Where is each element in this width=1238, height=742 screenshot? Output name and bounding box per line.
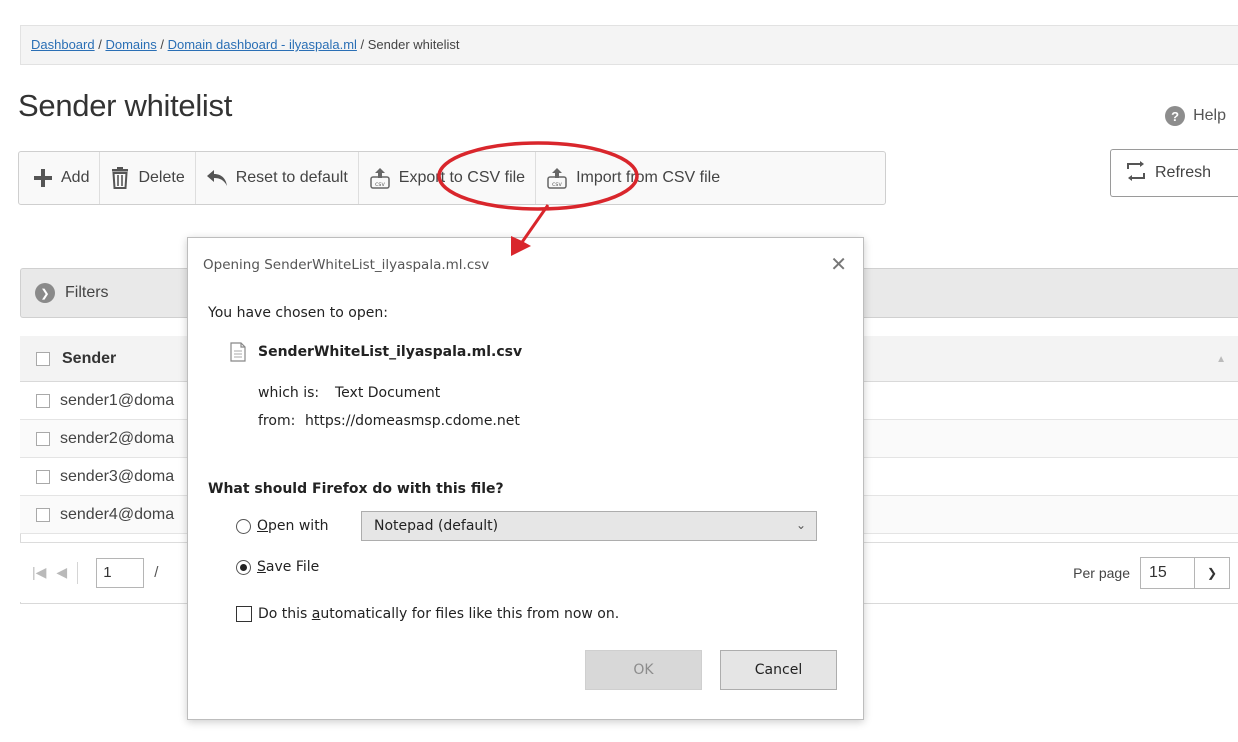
file-source-label: from: <box>258 413 296 429</box>
csv-export-icon: csv <box>369 167 391 189</box>
add-label: Add <box>61 169 90 186</box>
csv-import-icon: csv <box>546 167 568 189</box>
delete-label: Delete <box>138 169 185 186</box>
breadcrumb-separator: / <box>156 37 168 52</box>
help-label: Help <box>1193 107 1226 124</box>
import-csv-button[interactable]: csv Import from CSV file <box>536 152 730 204</box>
filters-label: Filters <box>65 284 109 301</box>
file-type-value: Text Document <box>335 385 441 401</box>
page-separator: / <box>154 564 159 581</box>
toolbar: Add Delete Reset to default csv Export t… <box>18 151 886 205</box>
reset-to-default-button[interactable]: Reset to default <box>196 152 359 204</box>
row-sender: sender2@doma <box>60 429 175 447</box>
row-sender: sender4@doma <box>60 505 175 523</box>
breadcrumb: Dashboard / Domains / Domain dashboard -… <box>20 25 1238 65</box>
sort-up-icon[interactable]: ▲ <box>1216 354 1226 365</box>
chevron-down-icon: ❯ <box>1194 558 1229 588</box>
page-number-input[interactable]: 1 <box>96 557 145 588</box>
per-page-control: Per page 15 ❯ <box>1073 557 1230 589</box>
row-checkbox[interactable] <box>36 469 50 484</box>
row-checkbox[interactable] <box>36 507 50 522</box>
export-label: Export to CSV file <box>398 169 526 186</box>
save-file-option[interactable]: Save File <box>236 559 319 575</box>
plus-icon <box>33 168 53 188</box>
reset-label: Reset to default <box>235 169 348 186</box>
save-file-label: Save File <box>257 559 320 575</box>
per-page-select[interactable]: 15 ❯ <box>1140 557 1230 589</box>
page-title: Sender whitelist <box>18 88 233 123</box>
add-button[interactable]: Add <box>23 152 101 204</box>
dialog-question: What should Firefox do with this file? <box>208 481 504 497</box>
chevron-right-icon: ❯ <box>35 283 55 303</box>
row-checkbox[interactable] <box>36 431 50 446</box>
open-with-radio[interactable] <box>236 518 251 534</box>
auto-option[interactable]: Do this automatically for files like thi… <box>236 606 619 622</box>
dialog-title: Opening SenderWhiteList_ilyaspala.ml.csv <box>203 257 490 273</box>
svg-text:csv: csv <box>375 181 385 188</box>
refresh-label: Refresh <box>1155 164 1212 181</box>
breadcrumb-link-dashboard[interactable]: Dashboard <box>31 37 95 52</box>
trash-icon <box>110 167 130 189</box>
import-label: Import from CSV file <box>576 169 721 186</box>
open-with-label: Open with <box>257 518 329 534</box>
auto-label: Do this automatically for files like thi… <box>258 606 620 622</box>
help-icon: ? <box>1165 106 1186 126</box>
refresh-button[interactable]: Refresh <box>1110 149 1238 197</box>
save-file-radio[interactable] <box>236 559 251 575</box>
dialog-intro: You have chosen to open: <box>208 305 388 321</box>
breadcrumb-separator: / <box>356 37 368 52</box>
file-source-value: https://domeasmsp.cdome.net <box>305 413 520 429</box>
close-icon[interactable]: ✕ <box>830 252 847 276</box>
file-icon <box>230 342 246 366</box>
file-open-dialog: Opening SenderWhiteList_ilyaspala.ml.csv… <box>187 237 864 720</box>
svg-text:csv: csv <box>552 181 562 188</box>
dialog-filename: SenderWhiteList_ilyaspala.ml.csv <box>258 344 523 360</box>
per-page-value: 15 <box>1149 564 1167 581</box>
help-link[interactable]: ? Help <box>1165 106 1226 126</box>
ok-button[interactable]: OK <box>585 650 702 690</box>
file-type-label: which is: <box>258 385 320 401</box>
per-page-label: Per page <box>1073 565 1130 581</box>
breadcrumb-link-domains[interactable]: Domains <box>105 37 156 52</box>
delete-button[interactable]: Delete <box>100 152 196 204</box>
refresh-icon <box>1125 160 1147 186</box>
cancel-button[interactable]: Cancel <box>720 650 837 690</box>
breadcrumb-separator: / <box>94 37 106 52</box>
pager-divider <box>77 561 79 584</box>
export-csv-button[interactable]: csv Export to CSV file <box>359 152 537 204</box>
previous-page-icon[interactable]: ◀ <box>56 564 67 581</box>
undo-icon <box>206 169 228 187</box>
open-with-app-select[interactable]: Notepad (default) ⌄ <box>361 511 817 541</box>
auto-checkbox[interactable] <box>236 606 252 622</box>
breadcrumb-current: Sender whitelist <box>367 37 460 52</box>
column-header-sender[interactable]: Sender <box>62 350 116 368</box>
chevron-down-icon: ⌄ <box>795 518 806 532</box>
first-page-icon[interactable]: |◀ <box>32 564 46 581</box>
row-checkbox[interactable] <box>36 393 50 408</box>
row-sender: sender1@doma <box>60 391 175 409</box>
breadcrumb-link-domain-dashboard[interactable]: Domain dashboard - ilyaspala.ml <box>168 37 357 52</box>
select-all-checkbox[interactable] <box>36 351 50 366</box>
open-with-app-value: Notepad (default) <box>374 518 499 534</box>
row-sender: sender3@doma <box>60 467 175 485</box>
open-with-option[interactable]: Open with <box>236 518 329 534</box>
